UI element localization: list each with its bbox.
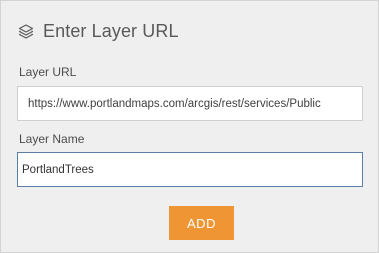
layer-name-label: Layer Name — [19, 132, 85, 146]
enter-layer-url-panel: Enter Layer URL Layer URL Layer Name ADD — [0, 0, 379, 253]
panel-header: Enter Layer URL — [17, 19, 179, 43]
add-button[interactable]: ADD — [169, 206, 234, 240]
panel-title: Enter Layer URL — [43, 20, 179, 41]
layer-url-label: Layer URL — [19, 65, 77, 79]
layer-url-input[interactable] — [17, 86, 363, 121]
layer-name-input[interactable] — [17, 152, 363, 187]
layers-icon — [17, 22, 35, 40]
